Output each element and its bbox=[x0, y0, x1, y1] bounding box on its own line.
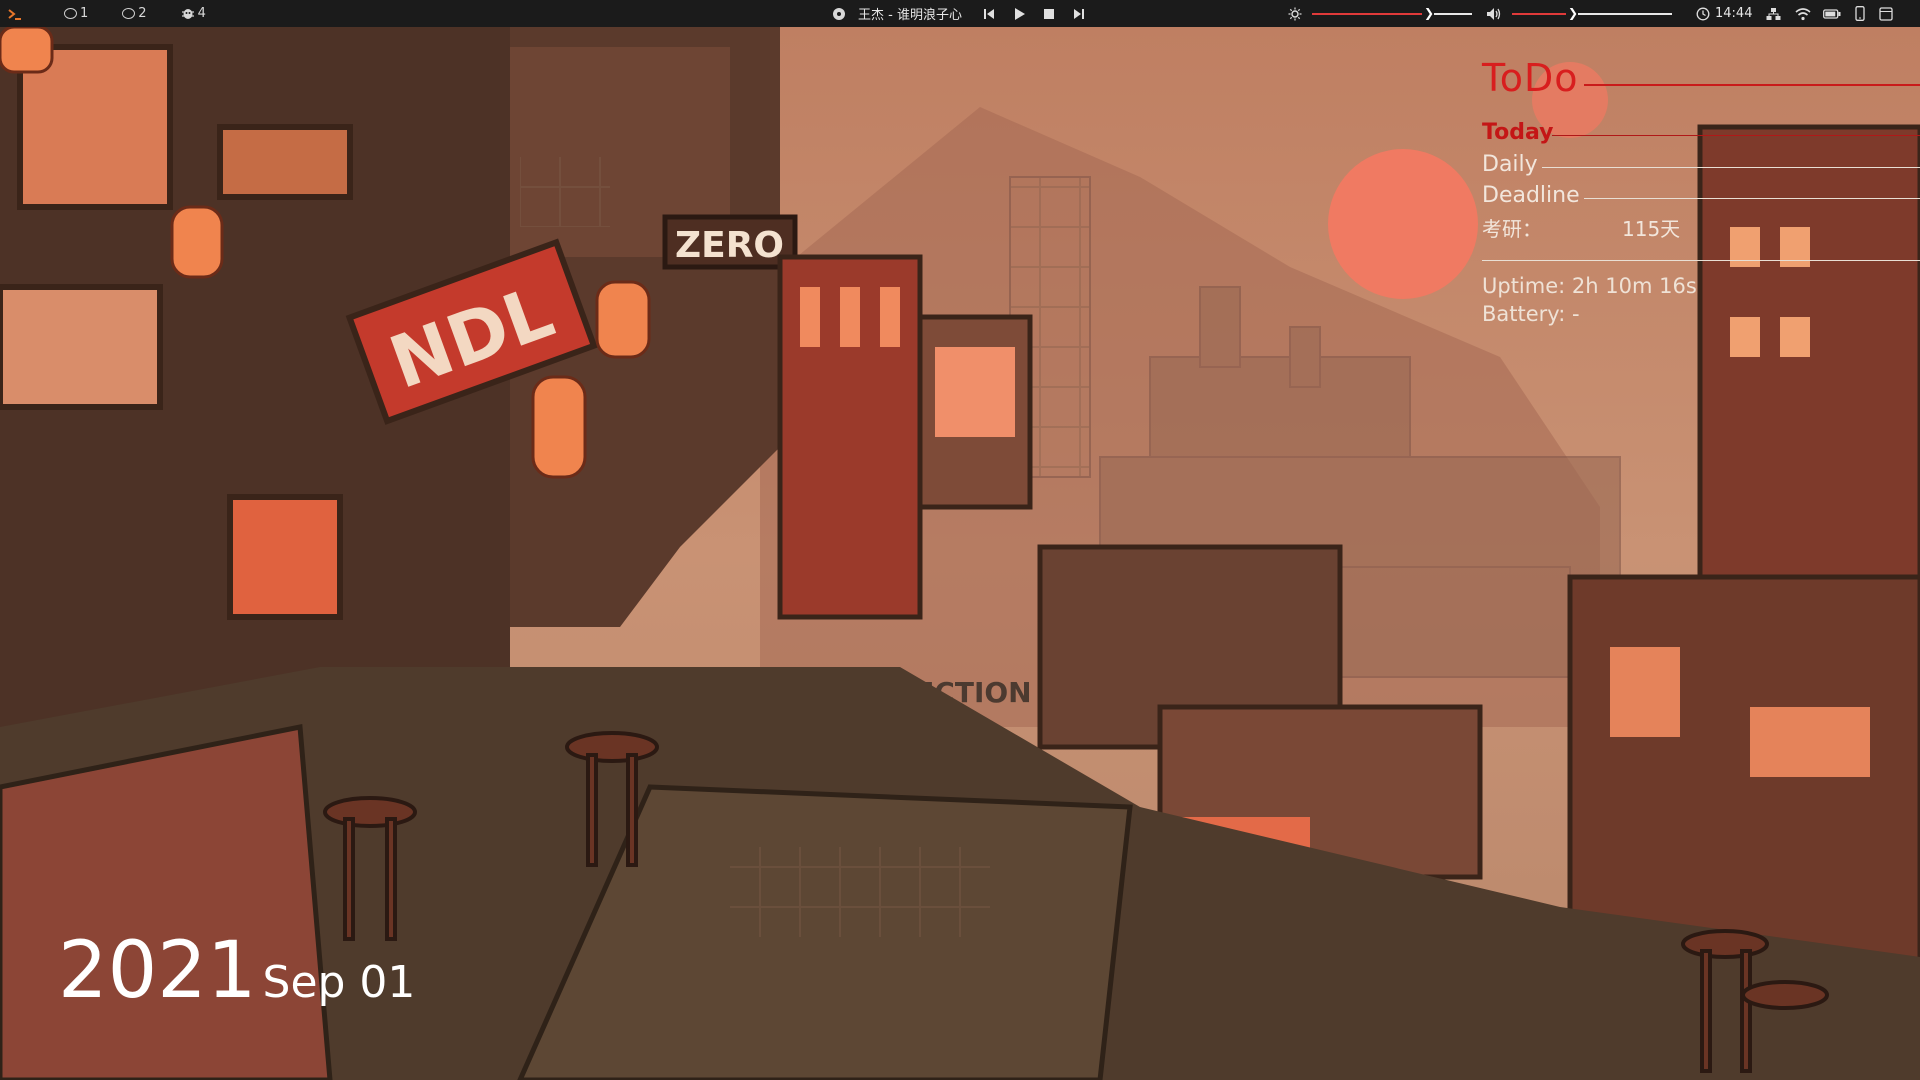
play-icon[interactable] bbox=[1012, 7, 1026, 21]
workspace-2[interactable]: 2 bbox=[122, 6, 147, 21]
todo-title-underline bbox=[1584, 84, 1920, 86]
countdown-value: 115天 bbox=[1622, 217, 1681, 241]
wifi-icon[interactable] bbox=[1795, 7, 1811, 21]
workspace-4-label: 4 bbox=[197, 6, 206, 21]
zero-sign-text: ZERO bbox=[675, 225, 784, 266]
brightness-slider-handle[interactable]: ❯ bbox=[1424, 7, 1434, 19]
clock-time[interactable]: 14:44 bbox=[1715, 6, 1752, 21]
date-year: 2021 bbox=[58, 926, 257, 1016]
workspace-1[interactable]: 1 bbox=[64, 6, 88, 21]
system-tray: ❯ ❯ 14:44 bbox=[1288, 0, 1894, 27]
circle-icon bbox=[122, 8, 136, 19]
volume-icon bbox=[1487, 7, 1501, 20]
circle-icon bbox=[64, 8, 77, 19]
notification-panel-icon[interactable] bbox=[1879, 6, 1894, 21]
countdown-label: 考研： bbox=[1482, 217, 1542, 241]
battery-icon[interactable] bbox=[1823, 8, 1841, 20]
music-disc-icon bbox=[833, 7, 845, 20]
phone-icon[interactable] bbox=[1855, 6, 1866, 21]
workspace-4[interactable]: 4 bbox=[181, 6, 206, 21]
daily-divider bbox=[1542, 167, 1920, 168]
now-playing-title: 王杰 - 谁明浪子心 bbox=[858, 8, 962, 23]
todo-title: ToDo bbox=[1482, 56, 1579, 100]
previous-track-icon[interactable] bbox=[982, 7, 996, 21]
bug-icon bbox=[181, 9, 194, 19]
brightness-icon bbox=[1288, 7, 1302, 20]
network-wired-icon[interactable] bbox=[1766, 7, 1781, 21]
uptime-text: Uptime: 2h 10m 16s bbox=[1482, 274, 1697, 298]
sun bbox=[1328, 149, 1478, 299]
todo-section-today: Today bbox=[1482, 120, 1554, 145]
next-track-icon[interactable] bbox=[1072, 7, 1086, 21]
volume-slider-handle[interactable]: ❯ bbox=[1568, 7, 1578, 19]
volume-slider[interactable]: ❯ bbox=[1512, 0, 1672, 27]
stop-icon[interactable] bbox=[1042, 7, 1056, 21]
volume-track-rest bbox=[1578, 13, 1672, 15]
media-player: 王杰 - 谁明浪子心 bbox=[832, 0, 1086, 27]
workspace-switcher: 1 2 4 bbox=[32, 6, 234, 21]
deadline-divider bbox=[1584, 198, 1920, 199]
clock-icon bbox=[1696, 7, 1710, 20]
brightness-track-rest bbox=[1434, 13, 1472, 15]
brightness-slider[interactable]: ❯ bbox=[1312, 0, 1472, 27]
battery-text: Battery: - bbox=[1482, 302, 1580, 326]
brightness-track-fill bbox=[1312, 13, 1422, 15]
todo-section-deadline: Deadline bbox=[1482, 183, 1580, 208]
today-divider bbox=[1552, 135, 1920, 136]
terminal-icon[interactable] bbox=[6, 5, 24, 23]
todo-section-daily: Daily bbox=[1482, 152, 1538, 177]
desktop-wallpaper: NDL ZERO SECTION bbox=[0, 27, 1920, 1080]
desktop-date: 2021 Sep 01 bbox=[58, 932, 415, 1010]
info-divider bbox=[1482, 260, 1920, 261]
top-panel: 1 2 4 王杰 - 谁明浪子心 ❯ ❯ 14:44 bbox=[0, 0, 1920, 27]
date-month-day: Sep 01 bbox=[262, 957, 416, 1008]
workspace-1-label: 1 bbox=[80, 6, 89, 21]
workspace-2-label: 2 bbox=[138, 6, 147, 21]
volume-track-fill bbox=[1512, 13, 1566, 15]
